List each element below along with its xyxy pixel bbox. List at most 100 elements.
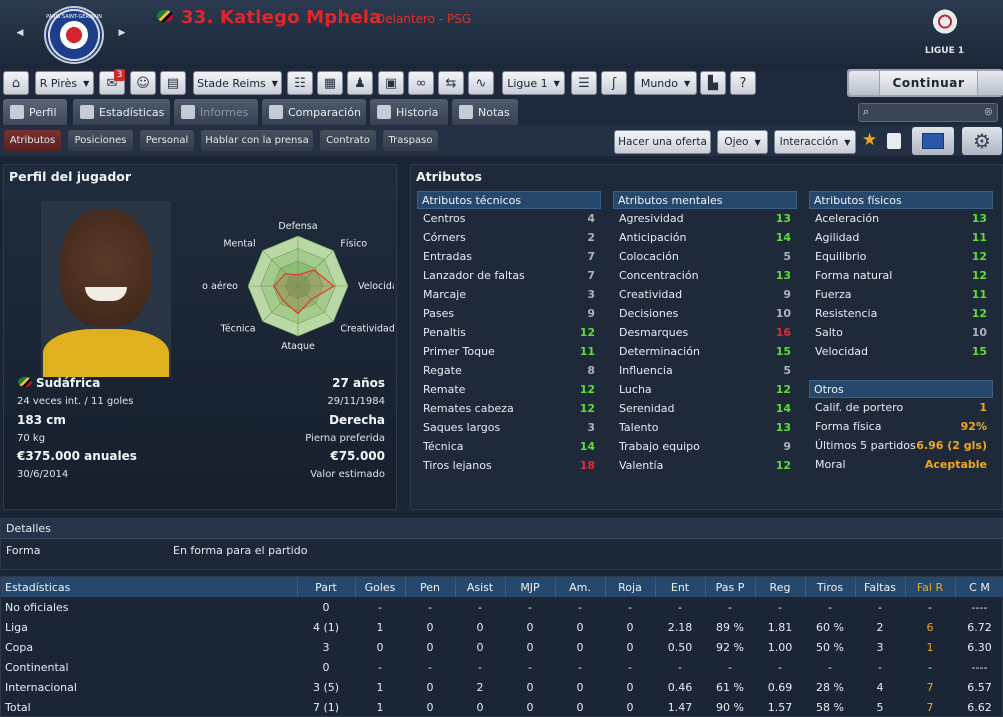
stats-column-header[interactable]: Asist	[455, 577, 506, 597]
attribute-name: Agresividad	[619, 212, 684, 225]
table-cell: 60 %	[816, 620, 844, 634]
stats-column-header[interactable]: Fal R	[905, 577, 956, 597]
scout-dropdown[interactable]: Ojeo ▼	[717, 130, 768, 154]
tab-notas[interactable]: Notas	[452, 99, 518, 125]
tab-informes[interactable]: Informes	[174, 99, 258, 125]
podium-button[interactable]: ▙	[700, 71, 726, 95]
world-dropdown[interactable]: Mundo ▼	[634, 71, 697, 95]
subtab-posiciones[interactable]: Posiciones	[68, 130, 133, 151]
tab-estadisticas[interactable]: Estadísticas	[73, 99, 170, 125]
table-cell: -	[528, 600, 532, 614]
attribute-name: Resistencia	[815, 307, 878, 320]
subtab-traspaso[interactable]: Traspaso	[383, 130, 438, 151]
attribute-value: 9	[783, 440, 791, 453]
manager-dropdown[interactable]: R Pirès ▼	[35, 71, 94, 95]
transfers-button[interactable]: ⇆	[438, 71, 464, 95]
attribute-value: 13	[775, 421, 791, 434]
subtab-hablar-prensa[interactable]: Hablar con la prensa	[201, 130, 313, 151]
attribute-value: 9	[783, 288, 791, 301]
stats-column-header[interactable]: MJP	[505, 577, 556, 597]
team-dropdown[interactable]: Stade Reims ▼	[193, 71, 282, 95]
gear-icon[interactable]: ⚙	[962, 127, 1002, 155]
finances-button[interactable]: ∿	[468, 71, 494, 95]
attribute-row: Trabajo equipo 9	[613, 437, 797, 456]
player-tabs: Perfil Estadísticas Informes Comparación…	[0, 98, 1003, 126]
attribute-row: Desmarques 16	[613, 323, 797, 342]
form-label: Forma	[6, 544, 41, 557]
table-cell: 0	[526, 680, 534, 694]
stats-column-header[interactable]: C M	[955, 577, 1003, 597]
chevron-down-icon: ▼	[553, 78, 560, 88]
attribute-value: 3	[587, 288, 595, 301]
clear-icon[interactable]: ⊗	[984, 105, 993, 118]
attribute-row: Agilidad 11	[809, 228, 993, 247]
table-row: Copa 3 0 0 0 0 0 0 0.50 92 % 1.00 50 % 3 1 6.30	[1, 637, 1003, 657]
attribute-value: 92%	[960, 420, 987, 433]
subtab-atributos[interactable]: Atributos	[4, 130, 61, 151]
table-cell: -	[878, 600, 882, 614]
tab-comparacion[interactable]: Comparación	[262, 99, 366, 125]
tab-label: Notas	[478, 105, 510, 119]
view-toggle-button[interactable]	[912, 127, 954, 155]
add-note-icon[interactable]	[887, 133, 901, 149]
notes-button[interactable]: ▤	[160, 71, 186, 95]
stats-column-header[interactable]: Faltas	[855, 577, 906, 597]
table-cell: 0.69	[767, 680, 793, 694]
stats-column-header[interactable]: Reg	[755, 577, 806, 597]
subtab-personal[interactable]: Personal	[140, 130, 194, 151]
make-offer-button[interactable]: Hacer una oferta	[614, 130, 711, 154]
attribute-row: Técnica 14	[417, 437, 601, 456]
scouting-button[interactable]: ∞	[408, 71, 434, 95]
squad-button[interactable]: ☷	[287, 71, 313, 95]
tactics-button[interactable]: ▦	[317, 71, 343, 95]
table-cell: 0	[626, 620, 634, 634]
technical-attributes: Atributos técnicos Centros 4 Córners 2 Entra…	[417, 191, 601, 475]
subtab-contrato[interactable]: Contrato	[320, 130, 376, 151]
next-player-arrow-icon[interactable]: ▶	[116, 28, 128, 40]
league-dropdown[interactable]: Ligue 1 ▼	[502, 71, 565, 95]
interaction-dropdown[interactable]: Interacción ▼	[774, 130, 856, 154]
attribute-row: Primer Toque 11	[417, 342, 601, 361]
attribute-row: Córners 2	[417, 228, 601, 247]
fixtures-button[interactable]: ʃ	[601, 71, 627, 95]
stats-column-header[interactable]: Pen	[405, 577, 456, 597]
stats-column-header[interactable]: Roja	[605, 577, 656, 597]
stats-column-header[interactable]: Ent	[655, 577, 706, 597]
stats-column-header[interactable]: Estadísticas	[1, 577, 298, 597]
attribute-name: Calif. de portero	[815, 401, 904, 414]
attribute-radar-chart: Defensa Físico Velocida Creatividad Ataque Té…	[202, 221, 394, 352]
search-input[interactable]: ⌕ ⊗	[858, 103, 998, 122]
attribute-row: Últimos 5 partidos 6.96 (2 gls)	[809, 436, 993, 455]
stats-table: Estadísticas Part Goles Pen Asist MJP Am. Roja E…	[1, 577, 1003, 717]
radar-label: Ataque	[281, 341, 315, 352]
nationality: Sudáfrica	[18, 376, 100, 390]
help-button[interactable]: ?	[730, 71, 756, 95]
tab-perfil[interactable]: Perfil	[3, 99, 67, 125]
back-arrow-icon[interactable]	[849, 71, 879, 95]
table-cell: 3	[876, 640, 884, 654]
table-cell: -	[478, 600, 482, 614]
people-search-button[interactable]: ☺	[130, 71, 156, 95]
tab-historia[interactable]: Historia	[370, 99, 448, 125]
continue-button[interactable]: Continuar	[880, 71, 977, 95]
star-icon[interactable]: ★	[862, 130, 877, 150]
prev-player-arrow-icon[interactable]: ◀	[14, 28, 26, 40]
list-button[interactable]: ☰	[571, 71, 597, 95]
radar-label: Creatividad	[340, 323, 394, 334]
stats-column-header[interactable]: Am.	[555, 577, 606, 597]
stats-column-header[interactable]: Part	[297, 577, 356, 597]
attributes-panel: Atributos Atributos técnicos Centros 4 Cór…	[410, 164, 1003, 510]
help-icon: ?	[739, 75, 747, 91]
training-button[interactable]: ♟	[347, 71, 373, 95]
schedule-button[interactable]: ▣	[378, 71, 404, 95]
table-cell: 1	[376, 700, 384, 714]
radar-label: Velocida	[358, 281, 394, 292]
forward-arrow-icon[interactable]	[978, 71, 1003, 95]
stats-column-header[interactable]: Tiros	[805, 577, 856, 597]
stats-column-header[interactable]: Pas P	[705, 577, 756, 597]
attribute-name: Velocidad	[815, 345, 869, 358]
home-button[interactable]: ⌂	[3, 71, 29, 95]
table-cell: 58 %	[816, 700, 844, 714]
stats-column-header[interactable]: Goles	[355, 577, 406, 597]
tab-label: Historia	[396, 105, 439, 119]
